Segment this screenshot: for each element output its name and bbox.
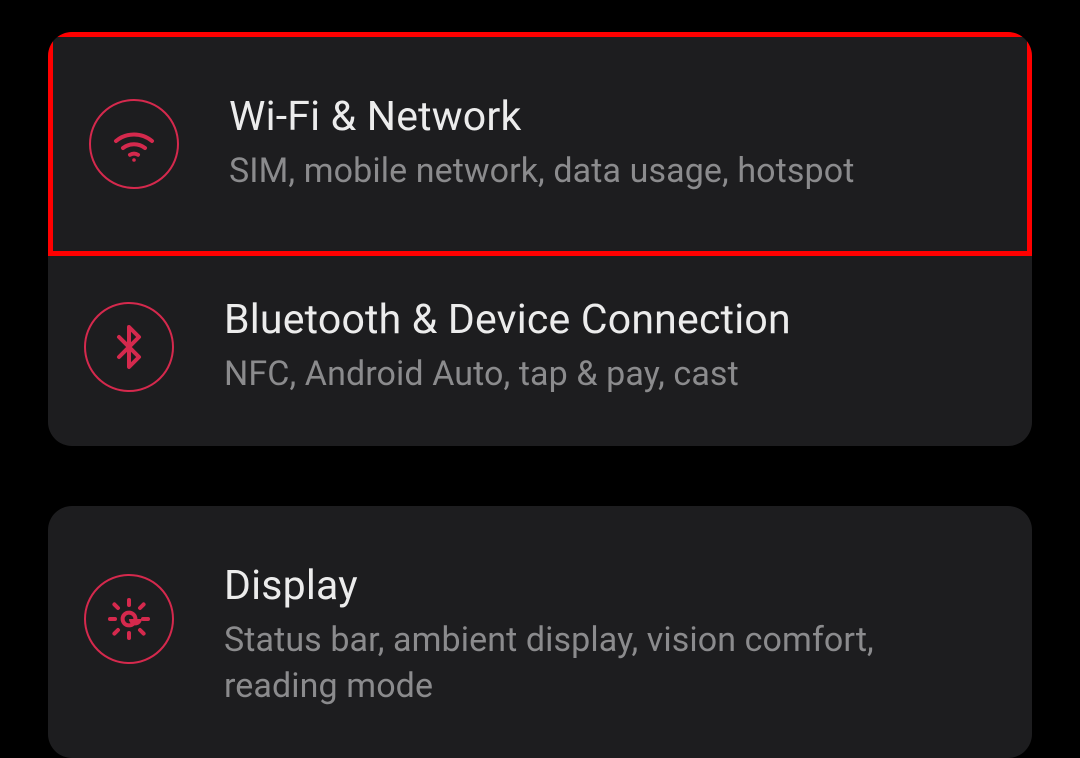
bluetooth-icon xyxy=(84,302,174,392)
settings-row-text: Display Status bar, ambient display, vis… xyxy=(224,562,996,710)
settings-row-title: Bluetooth & Device Connection xyxy=(224,296,996,344)
settings-row-subtitle: Status bar, ambient display, vision comf… xyxy=(224,618,996,710)
settings-row-subtitle: SIM, mobile network, data usage, hotspot xyxy=(229,149,991,195)
settings-row-wifi-network[interactable]: Wi-Fi & Network SIM, mobile network, dat… xyxy=(48,32,1032,256)
settings-row-display[interactable]: Display Status bar, ambient display, vis… xyxy=(48,506,1032,758)
wifi-icon xyxy=(89,99,179,189)
settings-card-connectivity: Wi-Fi & Network SIM, mobile network, dat… xyxy=(48,32,1032,446)
settings-row-text: Wi-Fi & Network SIM, mobile network, dat… xyxy=(229,93,991,195)
settings-card-display: Display Status bar, ambient display, vis… xyxy=(48,506,1032,758)
settings-row-subtitle: NFC, Android Auto, tap & pay, cast xyxy=(224,352,996,398)
settings-row-title: Wi-Fi & Network xyxy=(229,93,991,141)
brightness-icon xyxy=(84,574,174,664)
settings-row-title: Display xyxy=(224,562,996,610)
settings-row-text: Bluetooth & Device Connection NFC, Andro… xyxy=(224,296,996,398)
settings-row-bluetooth-device[interactable]: Bluetooth & Device Connection NFC, Andro… xyxy=(48,256,1032,446)
